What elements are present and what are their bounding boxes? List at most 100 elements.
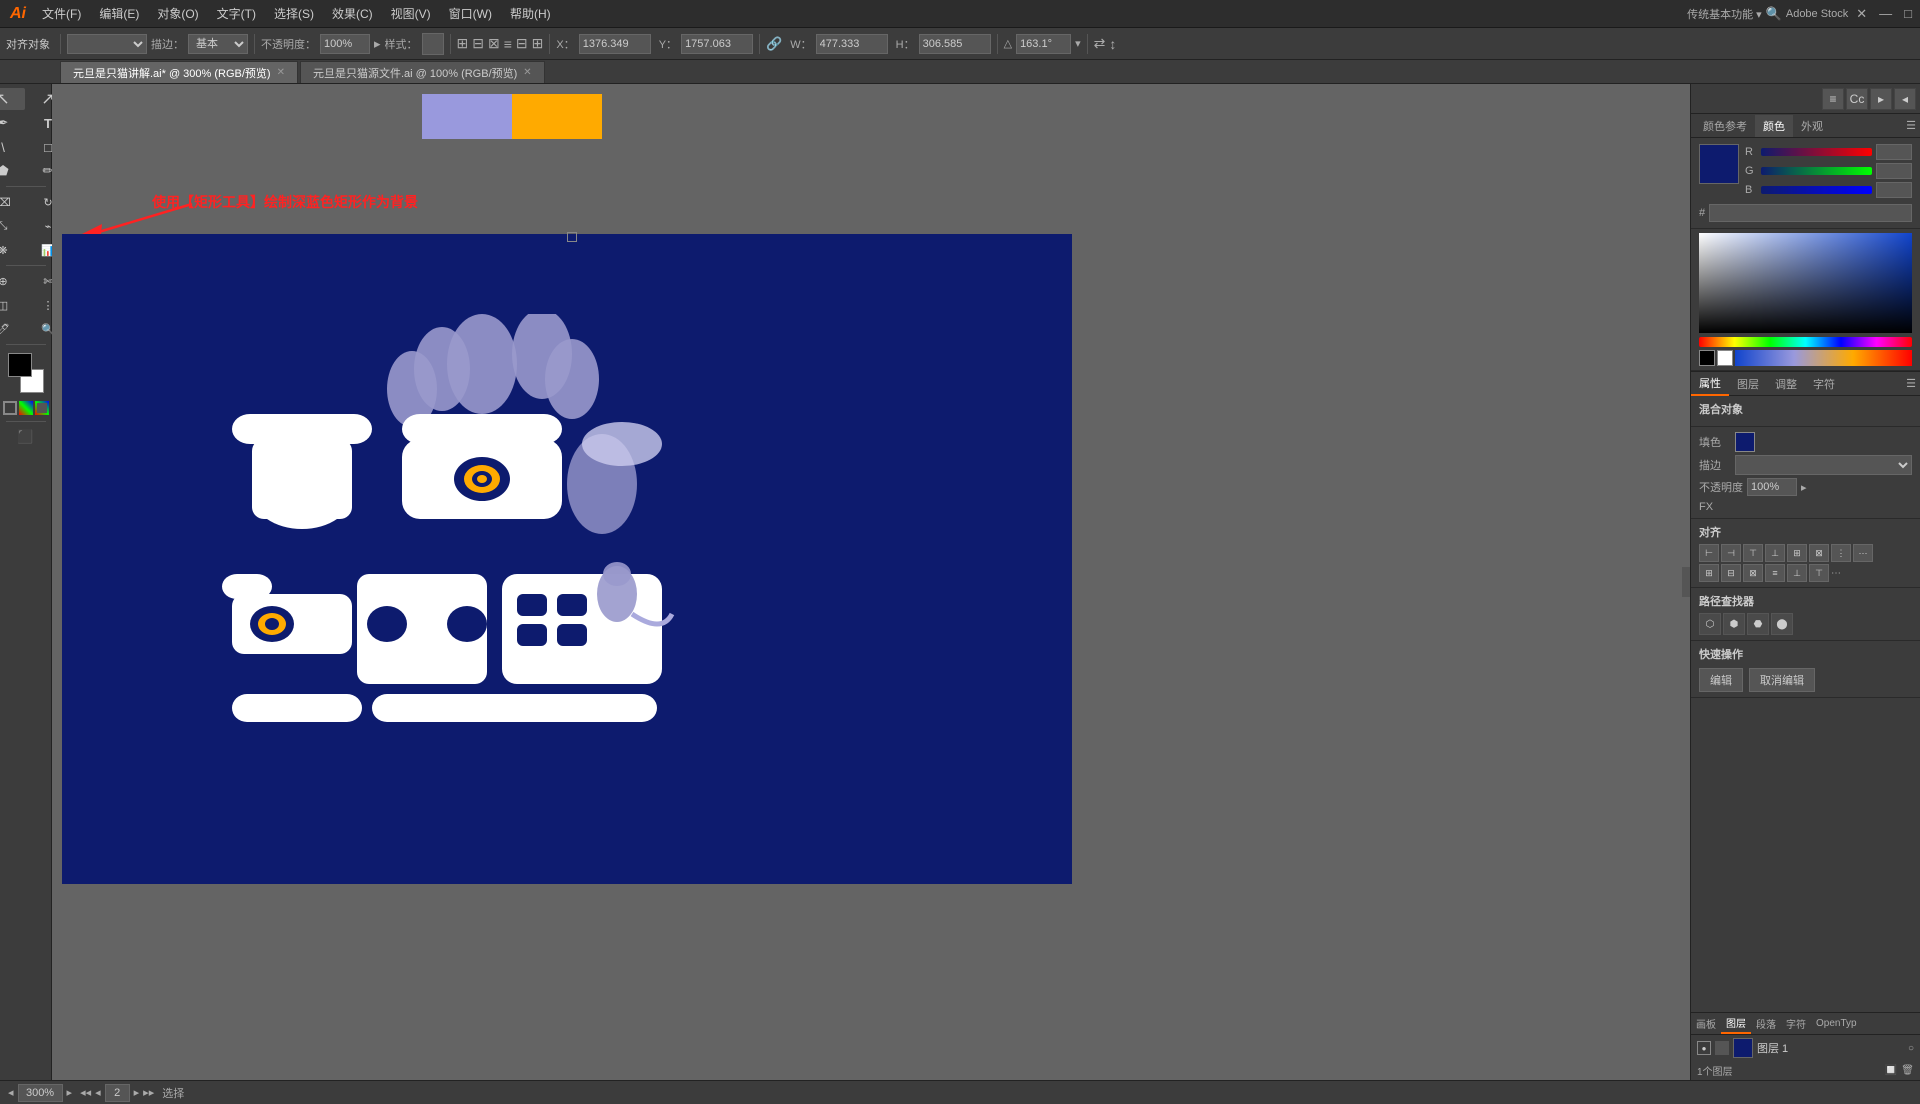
btab-artboard[interactable]: 画板 [1691,1014,1721,1033]
pattern-swatch[interactable] [35,401,49,415]
stroke-select-prop[interactable] [1735,455,1912,475]
path-intersect[interactable]: ⬣ [1747,613,1769,635]
btab-char[interactable]: 字符 [1781,1014,1811,1033]
prev-page[interactable]: ◂◂ [80,1086,91,1099]
pen-tool[interactable]: ✒ [0,112,25,134]
search-icon[interactable]: 🔍 [1766,6,1782,22]
stroke-select[interactable] [67,34,147,54]
tab-2[interactable]: 元旦是只猫源文件.ai @ 100% (RGB/预览) ✕ [300,61,545,83]
line-tool[interactable]: \ [0,136,25,158]
scale-tool[interactable]: ⤡ [0,215,25,237]
dist-6[interactable]: ⊥ [1787,564,1807,582]
color-tab[interactable]: 颜色 [1755,115,1793,137]
angle-dropdown[interactable]: ▾ [1075,37,1081,50]
white-swatch[interactable] [1717,350,1733,366]
menu-object[interactable]: 对象(O) [149,3,206,24]
selection-tool[interactable]: ↖ [0,88,25,110]
zoom-out-btn[interactable]: ◂ [8,1086,14,1099]
hex-input[interactable] [1709,204,1912,222]
close-icon[interactable]: ✕ [1852,6,1871,22]
minimize-icon[interactable]: — [1875,6,1896,21]
align-icon-3[interactable]: ⊠ [488,35,500,52]
tab-1[interactable]: 元旦是只猫讲解.ai* @ 300% (RGB/预览) ✕ [60,61,298,83]
change-screen-mode[interactable]: ⬛ [4,426,48,448]
stroke-weight-select[interactable]: 基本 [188,34,248,54]
distribute-v[interactable]: ⋯ [1853,544,1873,562]
path-minus[interactable]: ⬢ [1723,613,1745,635]
prop-tab-char[interactable]: 字符 [1805,373,1843,395]
btab-opentype[interactable]: OpenTyp [1811,1016,1862,1031]
menu-select[interactable]: 选择(S) [266,3,322,24]
dist-3[interactable]: ⊟ [1721,564,1741,582]
zoom-input[interactable] [18,1084,63,1102]
panel-expand[interactable]: ▸ [1870,88,1892,110]
canvas-expand-handle[interactable] [1682,567,1690,597]
h-input[interactable] [919,34,991,54]
g-input[interactable] [1876,163,1912,179]
opacity-input[interactable] [320,34,370,54]
w-input[interactable] [816,34,888,54]
gradient-tool[interactable]: ◫ [0,294,25,316]
r-slider[interactable] [1761,148,1872,156]
align-icon-1[interactable]: ⊞ [457,35,469,52]
y-input[interactable] [681,34,753,54]
next-page[interactable]: ▸ [134,1086,140,1099]
gradient-swatch[interactable] [19,401,33,415]
paint-tool[interactable]: ⬟ [0,160,25,182]
appearance-tab[interactable]: 外观 [1793,115,1831,137]
x-input[interactable] [579,34,651,54]
align-center-h[interactable]: ⊣ [1721,544,1741,562]
eyedropper-tool[interactable]: 🖊 [0,318,25,340]
tab-2-close[interactable]: ✕ [523,67,531,78]
fill-swatch[interactable] [8,353,32,377]
reflect-icon[interactable]: ↕ [1109,36,1116,52]
maximize-icon[interactable]: □ [1900,6,1916,21]
fill-color-box[interactable] [1735,432,1755,452]
last-page[interactable]: ▸▸ [143,1086,154,1099]
artboard-tool[interactable]: ⊕ [0,270,25,292]
panel-icon-layers[interactable]: ≡ [1822,88,1844,110]
path-unite[interactable]: ⬡ [1699,613,1721,635]
align-icon-5[interactable]: ⊟ [516,35,528,52]
menu-text[interactable]: 文字(T) [209,3,264,24]
prev-page-2[interactable]: ◂ [95,1086,101,1099]
menu-edit[interactable]: 编辑(E) [91,3,147,24]
menu-view[interactable]: 视图(V) [383,3,439,24]
r-input[interactable] [1876,144,1912,160]
tab-1-close[interactable]: ✕ [277,67,285,78]
angle-input[interactable] [1016,34,1071,54]
none-swatch[interactable] [3,401,17,415]
layer-lock[interactable] [1715,1041,1729,1055]
color-panel-menu[interactable]: ☰ [1906,119,1916,132]
opacity-expand[interactable]: ▸ [1801,481,1807,494]
opacity-arrow[interactable]: ▸ [374,36,381,52]
align-icon-6[interactable]: ⊞ [532,35,544,52]
color-spectrum[interactable] [1699,233,1912,333]
prop-tab-layers[interactable]: 图层 [1729,373,1767,395]
btab-para[interactable]: 段落 [1751,1014,1781,1033]
gradient-swatches[interactable] [1735,350,1912,366]
align-right[interactable]: ⊤ [1743,544,1763,562]
dist-5[interactable]: ≡ [1765,564,1785,582]
more-align[interactable]: ⋯ [1831,568,1841,579]
fx-label[interactable]: FX [1699,501,1713,513]
b-slider[interactable] [1761,186,1872,194]
black-swatch[interactable] [1699,350,1715,366]
menu-file[interactable]: 文件(F) [34,3,89,24]
dist-7[interactable]: ⊤ [1809,564,1829,582]
link-icon[interactable]: 🔗 [766,36,782,52]
new-layer-btn[interactable]: 🔲 [1885,1065,1897,1076]
panel-icon-cc[interactable]: Cc [1846,88,1868,110]
transform-icon[interactable]: ⇄ [1094,35,1106,52]
hue-slider[interactable] [1699,337,1912,347]
edit-button[interactable]: 编辑 [1699,668,1743,692]
prop-menu[interactable]: ☰ [1902,377,1920,390]
cancel-edit-button[interactable]: 取消编辑 [1749,668,1815,692]
menu-window[interactable]: 窗口(W) [441,3,500,24]
delete-layer-btn[interactable]: 🗑 [1901,1065,1914,1076]
align-bottom[interactable]: ⊠ [1809,544,1829,562]
g-slider[interactable] [1761,167,1872,175]
align-top[interactable]: ⊥ [1765,544,1785,562]
path-exclude[interactable]: ⬤ [1771,613,1793,635]
distribute-h[interactable]: ⋮ [1831,544,1851,562]
